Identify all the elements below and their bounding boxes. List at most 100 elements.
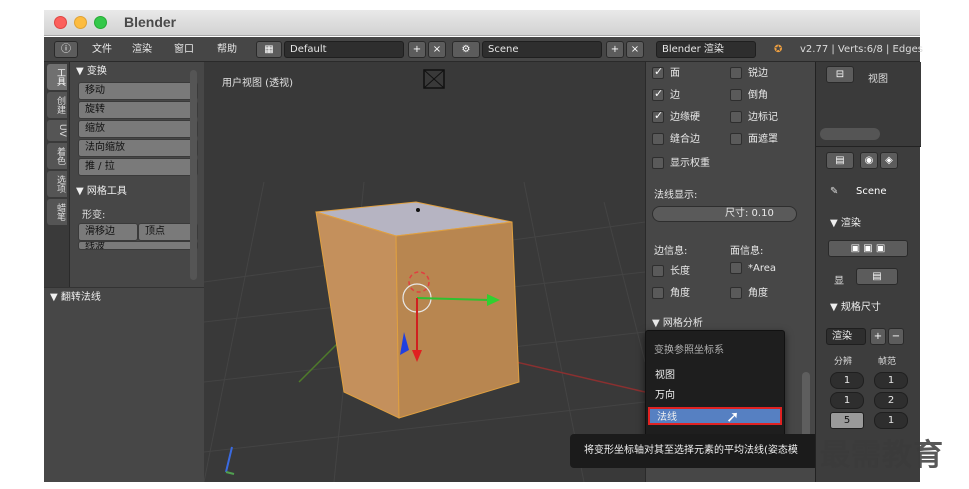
flip-normals-header[interactable]: ▼ 翻转法线 [44,288,204,308]
crease-checkbox[interactable]: 边缘硬 [652,108,700,123]
add-layout-icon[interactable]: + [408,41,426,58]
slide-edge-button[interactable]: 滑移边 [78,223,138,241]
add-scene-icon[interactable]: + [606,41,624,58]
tab-tools[interactable]: 工具 [47,64,67,90]
bevel-checkbox[interactable]: 倒角 [730,86,768,101]
mesh-analysis-header[interactable]: ▼ 网格分析 [652,314,703,329]
remove-layout-icon[interactable]: × [428,41,446,58]
display-label: 显 [834,276,844,287]
window-titlebar: Blender [44,10,920,36]
menu-file[interactable]: 文件 [92,41,112,58]
shrink-fatten-button[interactable]: 法向缩放 [78,139,198,157]
transform-panel-header[interactable]: ▼ 变换 [70,62,204,82]
outliner-editor-icon[interactable]: ⊟ [826,66,854,83]
checkbox-icon[interactable] [652,265,664,277]
resolution-x-field[interactable]: 1 [830,372,864,389]
seams-checkbox[interactable]: 缝合边 [652,130,700,145]
checkbox-icon[interactable] [730,262,742,274]
tab-grease-pencil[interactable]: 蜡笔 [47,198,67,225]
menu-window[interactable]: 窗口 [174,41,194,58]
outliner-view-label[interactable]: 视图 [868,70,888,85]
remove-scene-icon[interactable]: × [626,41,644,58]
normals-label: 法线显示: [654,190,698,201]
checkbox-icon[interactable] [652,65,664,79]
sharp-checkbox[interactable]: 锐边 [730,64,768,79]
checkbox-icon[interactable] [652,87,664,101]
tab-create[interactable]: 创建 [47,92,67,118]
toolshelf-scrollbar[interactable] [190,70,197,280]
remove-preset-icon[interactable]: − [888,328,904,345]
menu-item-gimbal[interactable]: 万向 [648,387,782,405]
checkbox-icon[interactable] [652,133,664,145]
checkbox-icon[interactable] [730,67,742,79]
render-panel-header[interactable]: ▼ 渲染 [830,214,861,229]
face-info-label: 面信息: [730,246,764,257]
frame-step-field[interactable]: 1 [874,412,908,429]
rotate-button[interactable]: 旋转 [78,101,198,119]
scene-breadcrumb[interactable]: Scene [856,186,887,197]
render-preset-dropdown[interactable]: 渲染 [826,328,866,345]
edge-marks-checkbox[interactable]: 边标记 [730,108,778,123]
outliner-scrollbar[interactable] [820,128,880,140]
menu-item-view[interactable]: 视图 [648,367,782,385]
mesh-tools-panel-header[interactable]: ▼ 网格工具 [70,182,204,202]
length-checkbox[interactable]: 长度 [652,262,690,277]
normals-size-field[interactable]: 尺寸: 0.10 [652,206,797,222]
tab-options[interactable]: 选项 [47,170,67,197]
viewport-label: 用户视图 (透视) [222,78,293,89]
render-engine-dropdown[interactable]: Blender 渲染 [656,41,756,58]
scene-icon[interactable]: ⚙ [452,41,480,58]
add-preset-icon[interactable]: + [870,328,886,345]
face-mask-checkbox[interactable]: 面遮罩 [730,130,778,145]
checkbox-icon[interactable] [730,133,742,145]
menu-help[interactable]: 帮助 [217,41,237,58]
layout-icon[interactable]: ▦ [256,41,282,58]
area-checkbox[interactable]: *Area [730,262,776,274]
cube-left-face [315,211,400,419]
scene-dropdown[interactable]: Scene [482,41,602,58]
vertex-dot [416,208,420,212]
outliner: ⊟ 视图 [816,62,921,147]
render-buttons[interactable]: ▣ ▣ ▣ [828,240,908,257]
tooltip: 将变形坐标轴对其至选择元素的平均法线(姿态模 [570,434,830,468]
move-button[interactable]: 移动 [78,82,198,100]
checkbox-icon[interactable] [652,109,664,123]
dimensions-panel-header[interactable]: ▼ 规格尺寸 [830,298,881,313]
frame-end-field[interactable]: 2 [874,392,908,409]
tab-shading[interactable]: 着色 [47,142,67,169]
minimize-window-button[interactable] [74,16,87,29]
screen-layout-dropdown[interactable]: Default [284,41,404,58]
tab-uv[interactable]: UV [47,120,67,141]
scale-button[interactable]: 缩放 [78,120,198,138]
menu-render[interactable]: 渲染 [132,41,152,58]
close-window-button[interactable] [54,16,67,29]
edges-checkbox[interactable]: 边 [652,86,680,101]
checkbox-icon[interactable] [730,111,742,123]
frame-start-field[interactable]: 1 [874,372,908,389]
3d-viewport[interactable]: 用户视图 (透视) [204,62,645,482]
menu-title: 变换参照坐标系 [654,345,724,356]
checkbox-icon[interactable] [730,89,742,101]
faces-checkbox[interactable]: 面 [652,64,680,79]
viewport-scene [204,69,645,482]
resolution-percent-field[interactable]: 5 [830,412,864,429]
toolshelf-tabs: 工具 创建 UV 着色 选项 蜡笔 [44,62,70,287]
display-dropdown[interactable]: ▤ [856,268,898,285]
angle-checkbox[interactable]: 角度 [652,284,690,299]
tool-shelf: ▼ 变换 移动 旋转 缩放 法向缩放 推 / 拉 ▼ 网格工具 形变: 滑移边 … [70,62,204,287]
editor-type-icon[interactable]: ⓘ [54,41,78,58]
resolution-y-field[interactable]: 1 [830,392,864,409]
render-tab-icon[interactable]: ◉ [860,152,878,169]
face-angle-checkbox[interactable]: 角度 [730,284,768,299]
layers-tab-icon[interactable]: ◈ [880,152,898,169]
vertex-slide-button[interactable]: 顶点 [138,223,198,241]
menu-item-normal[interactable]: 法线 [648,407,782,425]
zoom-window-button[interactable] [94,16,107,29]
checkbox-icon[interactable] [652,287,664,299]
checkbox-icon[interactable] [652,157,664,169]
push-pull-button[interactable]: 推 / 拉 [78,158,198,176]
properties-editor-icon[interactable]: ▤ [826,152,854,169]
more-tools-button[interactable]: 线波 [78,241,198,250]
weights-checkbox[interactable]: 显示权重 [652,154,710,169]
checkbox-icon[interactable] [730,287,742,299]
